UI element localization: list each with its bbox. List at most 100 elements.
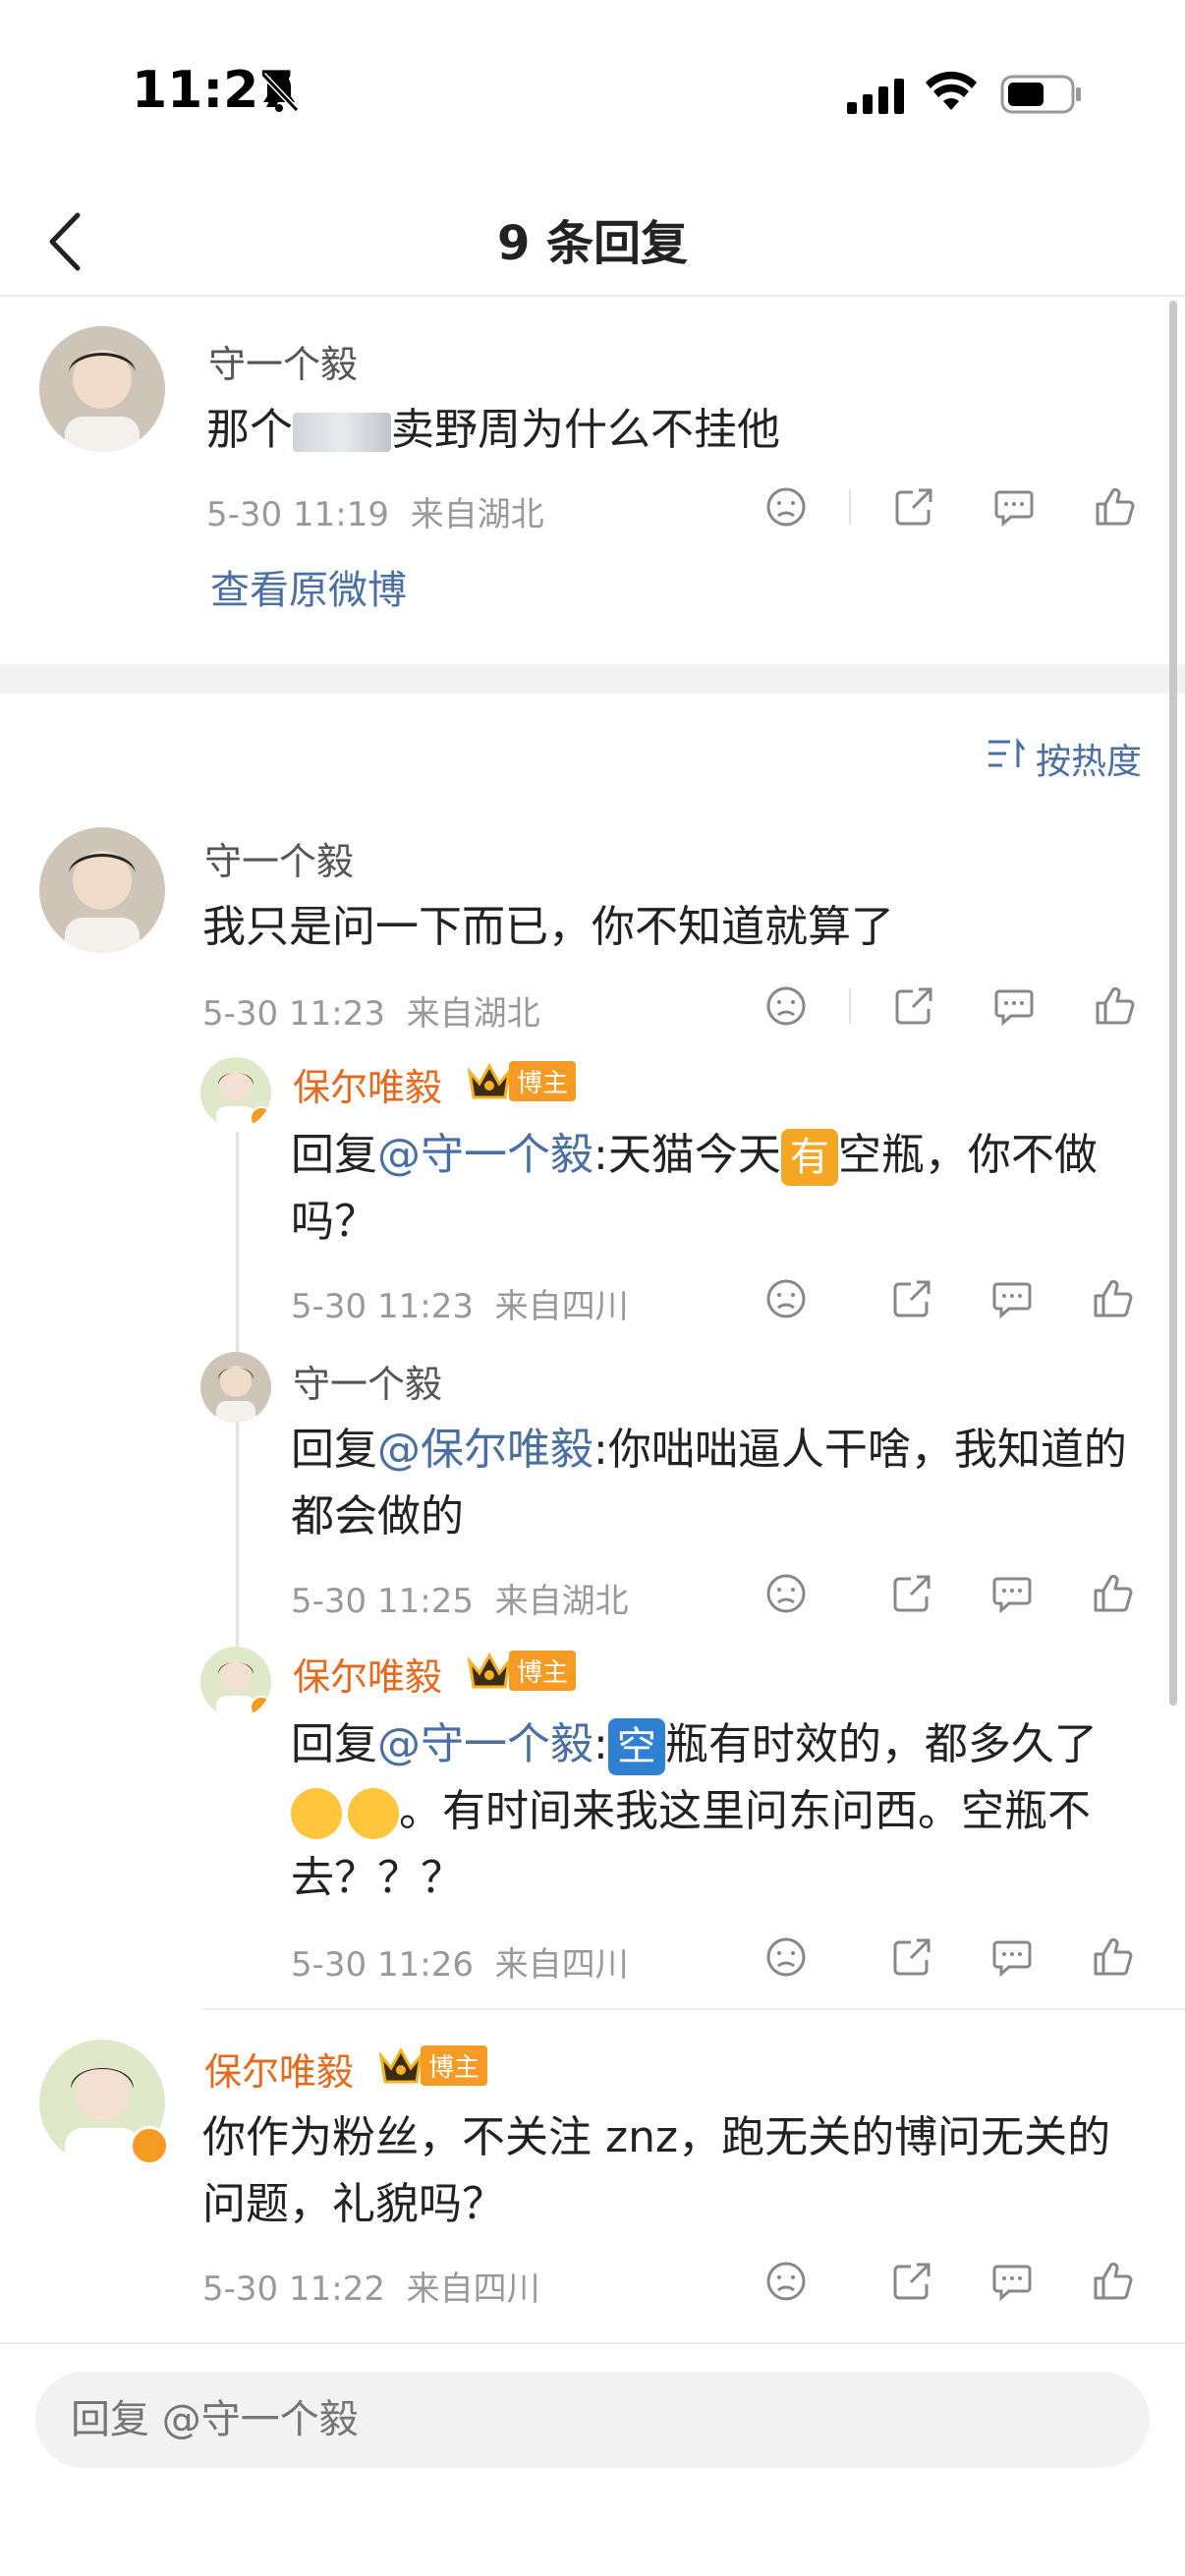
comment-location: 来自四川 xyxy=(494,1287,629,1326)
comment-meta: 5-30 11:22 来自四川 xyxy=(202,2262,540,2310)
mention-link[interactable]: @守一个毅 xyxy=(377,1719,593,1769)
comment-actions xyxy=(762,2258,1136,2305)
comment-location: 来自四川 xyxy=(406,2269,540,2309)
laughing-emoji-icon xyxy=(291,1788,342,1839)
avatar[interactable] xyxy=(39,2040,169,2165)
verified-icon xyxy=(130,2126,169,2165)
dislike-face-icon[interactable] xyxy=(762,483,810,531)
comment-icon[interactable] xyxy=(990,483,1038,531)
blogger-badge-label: 博主 xyxy=(509,1061,577,1101)
like-icon[interactable] xyxy=(1089,1275,1136,1322)
like-icon[interactable] xyxy=(1089,1570,1136,1617)
comment-text: 你作为粉丝，不关注 znz，跑无关的博问无关的问题，礼貌吗？ xyxy=(202,2112,1111,2229)
share-icon[interactable] xyxy=(888,1570,935,1617)
redacted-block xyxy=(293,413,391,452)
comment-actions xyxy=(762,982,1138,1030)
emoji-badge: 有 xyxy=(780,1129,838,1186)
comment-icon[interactable] xyxy=(988,1275,1036,1322)
divider xyxy=(849,988,851,1024)
blogger-badge: 博主 xyxy=(466,1061,577,1101)
like-icon[interactable] xyxy=(1091,982,1138,1030)
comment-text: 回复@守一个毅:天猫今天有空瓶，你不做吗？ xyxy=(291,1122,1136,1256)
avatar[interactable] xyxy=(39,326,165,452)
username[interactable]: 保尔唯毅 xyxy=(293,1647,442,1701)
crown-icon xyxy=(466,1652,513,1691)
comment-text-part: 。有时间来我这里问东问西。空瓶不去？？？ xyxy=(291,1786,1091,1903)
blogger-badge-label: 博主 xyxy=(421,2045,488,2086)
sort-label: 按热度 xyxy=(1035,742,1142,782)
share-icon[interactable] xyxy=(888,1933,935,1981)
comment-meta: 5-30 11:23 来自四川 xyxy=(291,1279,629,1327)
username[interactable]: 守一个毅 xyxy=(204,831,354,885)
comment-time: 5-30 11:23 xyxy=(291,1287,474,1326)
reply-prefix: 回复 xyxy=(291,1719,377,1769)
blogger-badge: 博主 xyxy=(377,2045,488,2086)
crown-icon xyxy=(377,2046,424,2086)
wifi-icon xyxy=(926,71,977,118)
section-divider xyxy=(0,664,1185,694)
avatar[interactable] xyxy=(200,1057,271,1128)
verified-icon xyxy=(250,1106,271,1128)
comment-text: 回复@守一个毅: 空瓶有时效的，都多久了。有时间来我这里问东问西。空瓶不去？？？ xyxy=(291,1711,1136,1912)
blogger-badge-label: 博主 xyxy=(509,1651,577,1691)
dislike-face-icon[interactable] xyxy=(762,1933,810,1981)
comment-time: 5-30 11:23 xyxy=(202,994,385,1034)
comment-time: 5-30 11:26 xyxy=(291,1945,474,1985)
share-icon[interactable] xyxy=(888,2258,935,2305)
avatar[interactable] xyxy=(200,1647,271,1717)
comment-meta: 5-30 11:19 来自湖北 xyxy=(206,487,544,535)
nav-bar: 9 条回复 xyxy=(0,187,1185,297)
avatar[interactable] xyxy=(39,827,165,953)
like-icon[interactable] xyxy=(1089,2258,1136,2305)
view-original-link[interactable]: 查看原微博 xyxy=(210,558,407,615)
comment-text: 回复@保尔唯毅:你咄咄逼人干啥，我知道的都会做的 xyxy=(291,1417,1136,1550)
battery-icon xyxy=(1000,75,1083,118)
dislike-face-icon[interactable] xyxy=(762,1275,810,1322)
comment-text-part: 瓶有时效的，都多久了 xyxy=(664,1719,1098,1769)
username[interactable]: 保尔唯毅 xyxy=(204,2042,354,2096)
like-icon[interactable] xyxy=(1091,483,1138,531)
comment-icon[interactable] xyxy=(988,1570,1036,1617)
status-bar: 11:27 xyxy=(0,0,1185,187)
comment-text-part: 卖野周为什么不挂他 xyxy=(391,405,780,455)
comment-time: 5-30 11:25 xyxy=(291,1582,474,1621)
emoji-badge: 空 xyxy=(607,1718,665,1775)
sort-by-heat-button[interactable]: 按热度 xyxy=(987,733,1142,784)
comment-meta: 5-30 11:23 来自湖北 xyxy=(202,986,540,1035)
dislike-face-icon[interactable] xyxy=(762,982,810,1030)
mention-link[interactable]: @保尔唯毅 xyxy=(377,1425,593,1475)
reply-prefix: 回复 xyxy=(291,1425,377,1475)
dislike-face-icon[interactable] xyxy=(762,1570,810,1617)
comment-location: 来自湖北 xyxy=(410,495,544,534)
username[interactable]: 守一个毅 xyxy=(208,334,358,388)
crown-icon xyxy=(466,1062,513,1101)
comment-meta: 5-30 11:25 来自湖北 xyxy=(291,1574,629,1622)
comment-text: 我只是问一下而已，你不知道就算了 xyxy=(202,902,894,952)
share-icon[interactable] xyxy=(888,1275,935,1322)
comment-actions xyxy=(762,1570,1136,1617)
comment-text-part: 那个 xyxy=(206,405,293,455)
row-divider xyxy=(202,2008,1185,2010)
laughing-emoji-icon xyxy=(348,1788,399,1839)
username[interactable]: 守一个毅 xyxy=(293,1354,442,1408)
comment-location: 来自四川 xyxy=(494,1945,629,1985)
like-icon[interactable] xyxy=(1089,1933,1136,1981)
scrollbar[interactable] xyxy=(1169,301,1177,1706)
divider xyxy=(849,489,851,525)
comment-actions xyxy=(762,1275,1136,1322)
avatar[interactable] xyxy=(200,1352,271,1423)
reply-bar xyxy=(0,2342,1185,2576)
reply-input[interactable] xyxy=(35,2372,1150,2468)
dislike-face-icon[interactable] xyxy=(762,2258,810,2305)
bell-off-icon xyxy=(257,71,301,118)
share-icon[interactable] xyxy=(890,982,937,1030)
comment-icon[interactable] xyxy=(990,982,1038,1030)
username[interactable]: 保尔唯毅 xyxy=(293,1057,442,1111)
comment-meta: 5-30 11:26 来自四川 xyxy=(291,1937,629,1986)
comment-icon[interactable] xyxy=(988,2258,1036,2305)
share-icon[interactable] xyxy=(890,483,937,531)
comment-actions xyxy=(762,483,1138,531)
sort-icon xyxy=(987,737,1026,780)
comment-icon[interactable] xyxy=(988,1933,1036,1981)
mention-link[interactable]: @守一个毅 xyxy=(377,1130,593,1180)
